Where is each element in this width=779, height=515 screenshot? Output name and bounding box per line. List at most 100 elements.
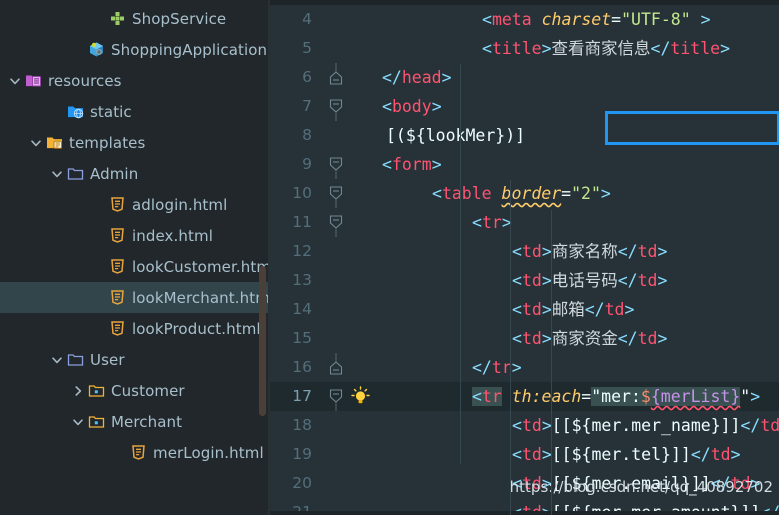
code-editor[interactable]: 4 <meta charset="UTF-8" > 5 <title>查看商家信息</… [270,0,779,515]
code-line-14[interactable]: 14 <td>邮箱</td> [270,295,779,324]
fold-start-icon[interactable] [326,179,348,208]
tree-item-label: lookMerchant.html [132,288,270,307]
tree-item-label: index.html [132,226,213,245]
code-line-13[interactable]: 13 <td>电话号码</td> [270,266,779,295]
tree-item-label: adlogin.html [132,195,228,214]
chevron-down-icon[interactable] [29,136,43,150]
sidebar-scrollbar[interactable] [259,266,266,416]
line-number: 10 [292,184,312,202]
line-number: 7 [302,97,312,115]
line-number: 17 [292,387,312,405]
fold-end-icon[interactable] [326,63,348,92]
tree-item-label: merLogin.html [153,443,264,462]
code-text: <td>[[${mer.mer_name}]]</td> [512,416,779,435]
code-text: <tr> [472,213,512,232]
html5-icon [109,258,126,275]
chevron-down-icon[interactable] [50,353,64,367]
code-line-15[interactable]: 15 <td>商家资金</td> [270,324,779,353]
folder-icon [67,165,84,182]
line-number: 5 [302,39,312,57]
code-line-11[interactable]: 11 <tr> [270,208,779,237]
code-lines-container[interactable]: 4 <meta charset="UTF-8" > 5 <title>查看商家信息</… [270,0,779,515]
tree-item-label: Merchant [111,412,183,431]
code-line-5[interactable]: 5 <title>查看商家信息</title> [270,34,779,63]
line-number: 11 [292,213,312,231]
code-line-10[interactable]: 10 <table border="2"> [270,179,779,208]
fold-start-icon[interactable] [326,382,348,411]
tree-item-shopservice[interactable]: ShopService [0,3,270,34]
chevron-down-icon[interactable] [8,74,22,88]
fold-start-icon[interactable] [326,150,348,179]
code-line-18[interactable]: 18 <td>[[${mer.mer_name}]]</td> [270,411,779,440]
templates-folder-icon [46,134,63,151]
code-line-17[interactable]: 17 <tr th:each="mer:${merList}"> [270,382,779,411]
tree-item-customer[interactable]: Customer [0,375,270,406]
editor-bottom-edge [270,511,779,515]
tree-item-merchant[interactable]: Merchant [0,406,270,437]
code-text: <table border="2"> [432,184,611,203]
tree-item-lookcustomer-html[interactable]: lookCustomer.html [0,251,270,282]
code-line-9[interactable]: 9 <form> [270,150,779,179]
tree-item-lookproduct-html[interactable]: lookProduct.html [0,313,270,344]
tree-item-user[interactable]: User [0,344,270,375]
tree-item-label: static [90,102,132,121]
tree-item-shoppingapplication[interactable]: ShoppingApplication [0,34,270,65]
code-text: <title>查看商家信息</title> [482,39,731,58]
line-number: 6 [302,68,312,86]
source-folder-icon [88,382,105,399]
watermark-text: https://blog.csdn.net/qq_40892702 [509,478,773,496]
web-folder-icon [67,103,84,120]
code-text: <td>[[${mer.tel}]]</td> [512,445,741,464]
tree-item-label: lookCustomer.html [132,257,270,276]
code-text: <meta charset="UTF-8" > [482,10,711,29]
tree-item-adlogin-html[interactable]: adlogin.html [0,189,270,220]
project-tree[interactable]: ShopService ShoppingApplication resources s… [0,3,270,468]
code-text: <td>商家资金</td> [512,329,668,348]
indent-guide-1 [510,180,511,515]
tree-item-label: lookProduct.html [132,319,261,338]
tree-item-admin[interactable]: Admin [0,158,270,189]
code-line-8[interactable]: 8 [(${lookMer})] [270,121,779,150]
code-text: <tr th:each="mer:${merList}"> [472,387,761,406]
tree-item-merlogin-html[interactable]: merLogin.html [0,437,270,468]
tree-item-label: resources [48,71,122,90]
line-number: 16 [292,358,312,376]
code-line-6[interactable]: 6 </head> [270,63,779,92]
resources-folder-icon [25,72,42,89]
chevron-right-icon[interactable] [71,384,85,398]
project-tool-window[interactable]: ShopService ShoppingApplication resources s… [0,0,270,515]
line-number: 15 [292,329,312,347]
tree-item-lookmerchant-html[interactable]: lookMerchant.html [0,282,270,313]
code-line-19[interactable]: 19 <td>[[${mer.tel}]]</td> [270,440,779,469]
fold-start-icon[interactable] [326,208,348,237]
code-text: [(${lookMer})] [386,126,526,145]
code-text: <td>电话号码</td> [512,271,668,290]
line-number: 20 [292,474,312,492]
tree-item-label: User [90,350,125,369]
ide-window: ShopService ShoppingApplication resources s… [0,0,779,515]
line-number: 19 [292,445,312,463]
code-line-7[interactable]: 7 <body> [270,92,779,121]
code-line-16[interactable]: 16 </tr> [270,353,779,382]
chevron-down-icon[interactable] [71,415,85,429]
tree-item-static[interactable]: static [0,96,270,127]
intention-bulb-icon[interactable] [350,386,371,407]
line-number: 18 [292,416,312,434]
code-line-12[interactable]: 12 <td>商家名称</td> [270,237,779,266]
tree-item-index-html[interactable]: index.html [0,220,270,251]
code-text: <form> [382,155,442,174]
html5-icon [109,227,126,244]
tree-item-resources[interactable]: resources [0,65,270,96]
html5-icon [109,289,126,306]
line-number: 14 [292,300,312,318]
code-line-4[interactable]: 4 <meta charset="UTF-8" > [270,5,779,34]
interface-icon [109,10,126,27]
indent-guide-2 [551,210,552,515]
tree-item-templates[interactable]: templates [0,127,270,158]
line-number: 4 [302,10,312,28]
chevron-down-icon[interactable] [50,167,64,181]
code-text: <body> [382,97,442,116]
line-number: 13 [292,271,312,289]
fold-end-icon[interactable] [326,353,348,382]
fold-start-icon[interactable] [326,92,348,121]
